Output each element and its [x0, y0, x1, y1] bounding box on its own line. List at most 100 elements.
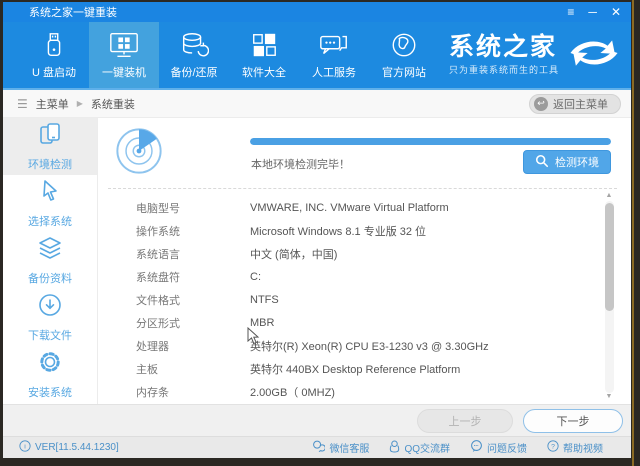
more-indicator: ⋯ [136, 403, 589, 404]
next-step-button[interactable]: 下一步 [523, 408, 623, 433]
detect-button-label: 检测环境 [555, 157, 599, 169]
nav-label: 备份/还原 [170, 67, 218, 79]
screen-frame: 系统之家一键重装 ≡ ─ ✕ U 盘启动 一键装机 备份/还原 软件大全 人工服… [0, 0, 640, 466]
nav-item-backup-restore[interactable]: 备份/还原 [159, 22, 229, 88]
row-label: 分区形式 [136, 317, 180, 330]
prev-step-button[interactable]: 上一步 [417, 408, 513, 433]
qq-penguin-icon [389, 439, 400, 456]
sidebar-item-select-system[interactable]: 选择系统 [3, 175, 97, 232]
brand-name: 系统之家 [448, 32, 557, 61]
feedback-bubble-icon [470, 440, 483, 455]
sidebar-item-label: 下载文件 [28, 330, 72, 342]
monitor-windows-icon [108, 30, 140, 60]
back-arrow-icon: ↩ [534, 96, 548, 111]
row-value: MBR [250, 316, 275, 329]
table-row: 内存条 2.00GB（ 0MHZ) [136, 380, 589, 403]
svg-text:?: ? [551, 444, 555, 451]
nav-label: 人工服务 [312, 67, 356, 79]
main-panel: 本地环境检测完毕！ 检测环境 电脑型号 VMWARE, INC. VMware V… [98, 118, 631, 404]
usb-icon [40, 30, 68, 60]
row-value: C: [250, 270, 261, 283]
list-menu-icon: ☰ [17, 96, 28, 111]
sidebar-item-env-detect[interactable]: 环境检测 [3, 118, 97, 175]
nav-item-one-key-install[interactable]: 一键装机 [89, 22, 159, 88]
scroll-down-icon[interactable]: ▼ [606, 393, 613, 402]
breadcrumb: ☰ 主菜单 ▶ 系统重装 ↩ 返回主菜单 [3, 90, 631, 118]
nav-label: 官方网站 [382, 67, 426, 79]
row-label: 文件格式 [136, 294, 180, 307]
table-row: 系统盘符 C: [136, 265, 589, 288]
sidebar-item-backup-data[interactable]: 备份资料 [3, 232, 97, 289]
back-button-label: 返回主菜单 [553, 98, 608, 111]
table-row: 文件格式 NTFS [136, 288, 589, 311]
globe-icon [390, 30, 418, 60]
nav-item-official-site[interactable]: 官方网站 [369, 22, 439, 88]
nav-item-software-center[interactable]: 软件大全 [229, 22, 299, 88]
minimize-icon[interactable]: ─ [588, 6, 597, 18]
devices-icon [37, 121, 63, 152]
scrollbar-thumb[interactable] [604, 203, 614, 311]
row-value: 中文 (简体，中国) [250, 248, 338, 261]
return-main-menu-button[interactable]: ↩ 返回主菜单 [529, 93, 621, 114]
sidebar-item-install-system[interactable]: 安装系统 [3, 346, 97, 403]
row-value: 英特尔 440BX Desktop Reference Platform [250, 363, 461, 376]
row-label: 系统盘符 [136, 271, 180, 284]
footer-link-label: 微信客服 [329, 444, 370, 455]
status-text: 本地环境检测完毕！ [251, 159, 350, 171]
row-value: 2.00GB（ 0MHZ) [250, 386, 335, 399]
footer: i VER[11.5.44.1230] 微信客服 QQ交流群 问题反馈 ? 帮助… [3, 436, 631, 458]
feedback-link[interactable]: 问题反馈 [470, 440, 527, 455]
table-row: 电脑型号 VMWARE, INC. VMware Virtual Platform [136, 196, 589, 219]
nav-label: U 盘启动 [32, 67, 76, 79]
nav-label: 一键装机 [102, 67, 146, 79]
row-label: 主板 [136, 363, 158, 376]
sidebar-item-download-files[interactable]: 下载文件 [3, 289, 97, 346]
row-value: 英特尔(R) Xeon(R) CPU E3-1230 v3 @ 3.30GHz [250, 340, 489, 353]
detect-env-button[interactable]: 检测环境 [523, 150, 611, 174]
title-bar: 系统之家一键重装 ≡ ─ ✕ [3, 2, 631, 22]
progress-bar [250, 138, 611, 145]
app-window: 系统之家一键重装 ≡ ─ ✕ U 盘启动 一键装机 备份/还原 软件大全 人工服… [3, 2, 631, 458]
search-icon [535, 154, 549, 171]
sidebar-item-label: 选择系统 [28, 216, 72, 228]
row-label: 电脑型号 [136, 202, 180, 215]
brand-swoosh-icon [565, 33, 623, 78]
scroll-up-icon[interactable]: ▲ [606, 192, 613, 201]
nav-item-usb-boot[interactable]: U 盘启动 [19, 22, 89, 88]
system-info-table: 电脑型号 VMWARE, INC. VMware Virtual Platform… [136, 196, 589, 404]
top-nav: U 盘启动 一键装机 备份/还原 软件大全 人工服务 官方网站 系统之家 只为重… [3, 22, 631, 90]
scrollbar-track[interactable] [604, 201, 614, 393]
chat-service-icon [318, 30, 350, 60]
brand-tagline: 只为重装系统而生的工具 [448, 64, 559, 75]
screen-edge-artifact [632, 0, 634, 466]
sidebar-item-label: 安装系统 [28, 387, 72, 399]
apps-grid-icon [250, 30, 278, 60]
row-value: Microsoft Windows 8.1 专业版 32 位 [250, 225, 427, 238]
sidebar-item-label: 环境检测 [28, 159, 72, 171]
close-icon[interactable]: ✕ [611, 6, 621, 18]
info-icon: i [19, 440, 31, 455]
cursor-icon [37, 178, 63, 209]
gear-icon [37, 349, 63, 380]
row-label: 操作系统 [136, 225, 180, 238]
menu-icon[interactable]: ≡ [567, 6, 574, 18]
qq-group-link[interactable]: QQ交流群 [389, 439, 450, 456]
help-video-link[interactable]: ? 帮助视频 [547, 440, 603, 455]
row-label: 系统语言 [136, 248, 180, 261]
breadcrumb-current: 系统重装 [90, 98, 135, 111]
breadcrumb-root[interactable]: 主菜单 [36, 96, 69, 112]
divider [108, 188, 617, 189]
table-row: 操作系统 Microsoft Windows 8.1 专业版 32 位 [136, 219, 589, 242]
brand-logo: 系统之家 只为重装系统而生的工具 [449, 22, 631, 88]
row-value: VMWARE, INC. VMware Virtual Platform [250, 201, 449, 214]
progress-fill [250, 138, 611, 145]
wizard-nav: 上一步 下一步 [3, 404, 631, 436]
footer-link-label: 帮助视频 [563, 444, 603, 455]
nav-item-human-service[interactable]: 人工服务 [299, 22, 369, 88]
scrollbar: ▲ ▼ [603, 192, 615, 402]
wechat-service-link[interactable]: 微信客服 [312, 440, 369, 455]
layers-icon [37, 235, 63, 266]
version-info: i VER[11.5.44.1230] [19, 440, 119, 455]
table-row: 主板 英特尔 440BX Desktop Reference Platform [136, 357, 589, 380]
chevron-right-icon: ▶ [76, 99, 83, 108]
